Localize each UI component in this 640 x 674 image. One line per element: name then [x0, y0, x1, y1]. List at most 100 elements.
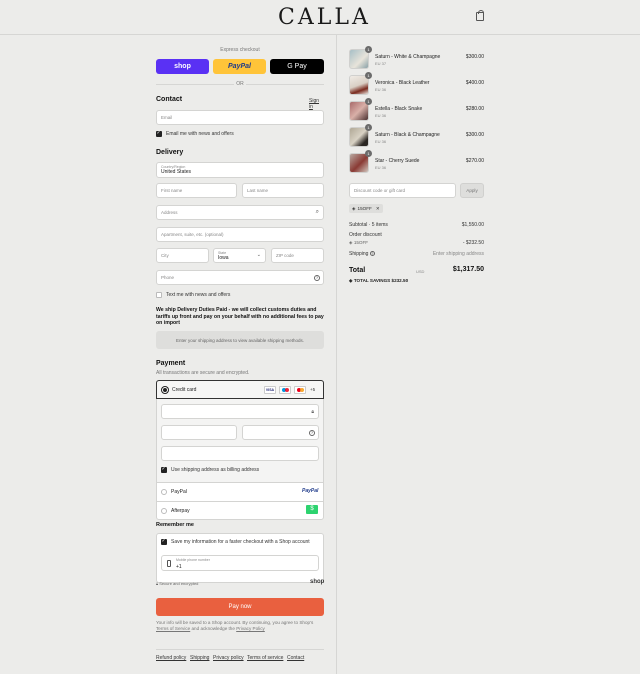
total-label: Total	[349, 267, 366, 274]
first-name-field[interactable]: First name	[156, 183, 237, 198]
item-size: EU 36	[375, 87, 387, 92]
address-field[interactable]: Address ⌕	[156, 205, 324, 220]
order-discount-code-text: 15OFF	[353, 240, 369, 245]
address-placeholder: Address	[161, 210, 178, 215]
city-field[interactable]: City	[156, 248, 209, 263]
discount-tag: ◈ 15OFF ✕	[349, 204, 383, 213]
billing-address-label: Use shipping address as billing address	[171, 467, 260, 473]
footer-divider	[156, 649, 324, 650]
item-size: EU 36	[375, 139, 387, 144]
credit-card-option[interactable]: Credit card VISA +5	[156, 380, 324, 399]
mastercard-icon	[294, 386, 306, 394]
quantity-badge: 1	[365, 98, 372, 105]
mobile-phone-field[interactable]: Mobile phone number +1	[161, 555, 319, 571]
email-news-checkbox[interactable]	[156, 130, 162, 137]
shipping-value: Enter shipping address	[432, 251, 484, 257]
payment-heading: Payment	[156, 360, 186, 367]
quantity-badge: 1	[365, 46, 372, 53]
expiration-field[interactable]	[161, 425, 237, 440]
secure-encrypted-label: 🔒︎ Secure and encrypted	[156, 581, 198, 586]
apply-discount-button[interactable]: Apply	[460, 183, 484, 198]
phone-placeholder: Phone	[161, 275, 175, 280]
shipping-methods-note: Enter your shipping address to view avai…	[156, 331, 324, 349]
last-name-field[interactable]: Last name	[242, 183, 324, 198]
item-size: EU 37	[375, 61, 387, 66]
remove-discount-icon[interactable]: ✕	[376, 206, 380, 212]
shop-pay-button[interactable]: shop	[156, 59, 209, 74]
save-info-checkbox[interactable]	[161, 538, 167, 545]
footer-contact-link[interactable]: Contact	[287, 655, 304, 661]
savings-label: TOTAL SAVINGS	[353, 278, 391, 283]
total-savings: ◈ TOTAL SAVINGS $232.50	[349, 278, 408, 284]
lock-icon: 🔒︎	[311, 408, 314, 415]
afterpay-option[interactable]: Afterpay $	[156, 502, 324, 520]
afterpay-radio[interactable]	[161, 508, 167, 514]
discount-tag-label: 15OFF	[357, 206, 372, 211]
sign-in-link[interactable]: Sign in	[309, 98, 324, 110]
footer-refund-link[interactable]: Refund policy	[156, 655, 186, 661]
item-price: $300.00	[465, 54, 484, 60]
mobile-value: +1	[176, 564, 182, 570]
secure-encrypted-text: Secure and encrypted	[159, 581, 199, 586]
item-size: EU 36	[375, 165, 387, 170]
billing-address-checkbox[interactable]	[161, 466, 167, 473]
email-news-label: Email me with news and offers	[166, 131, 234, 137]
paypal-option[interactable]: PayPal PayPal	[156, 483, 324, 501]
discount-code-input[interactable]: Discount code or gift card	[349, 183, 456, 198]
google-pay-button[interactable]: G Pay	[270, 59, 324, 74]
item-size: EU 36	[375, 113, 387, 118]
pay-now-button[interactable]: Pay now	[156, 598, 324, 616]
dollar-icon: $	[306, 505, 318, 514]
or-divider-right	[246, 84, 324, 85]
phone-icon	[167, 560, 171, 567]
item-name: Veronica - Black Leather	[375, 80, 430, 86]
paypal-radio[interactable]	[161, 489, 167, 495]
item-name: Saturn - White & Champagne	[375, 54, 441, 60]
shipping-label: Shipping ?	[349, 251, 375, 257]
name-on-card-field[interactable]	[161, 446, 319, 461]
item-price: $270.00	[465, 158, 484, 164]
email-field[interactable]: Email	[156, 110, 324, 125]
shopping-bag-icon[interactable]	[476, 10, 484, 21]
search-icon: ⌕	[315, 209, 319, 215]
zip-field[interactable]: ZIP code	[271, 248, 324, 263]
credit-card-radio[interactable]	[162, 387, 168, 393]
legal-text-2: and acknowledge the	[191, 626, 235, 632]
text-news-label: Text me with news and offers	[166, 292, 231, 298]
discount-value: - $232.50	[462, 240, 484, 246]
chevron-down-icon: ⌄	[256, 252, 261, 258]
footer-shipping-link[interactable]: Shipping	[190, 655, 209, 661]
item-price: $400.00	[465, 80, 484, 86]
or-label: OR	[236, 81, 244, 87]
phone-field[interactable]: Phone ?	[156, 270, 324, 285]
shipping-help-icon[interactable]: ?	[369, 251, 375, 256]
footer-privacy-link[interactable]: Privacy policy	[213, 655, 244, 661]
or-divider-left	[156, 84, 234, 85]
privacy-link[interactable]: Privacy Policy	[236, 626, 265, 631]
shop-logo: shop	[310, 579, 325, 585]
maestro-icon	[279, 386, 291, 394]
state-select[interactable]: State Iowa ⌄	[213, 248, 266, 263]
afterpay-option-label: Afterpay	[171, 508, 190, 514]
security-code-field[interactable]: ?	[242, 425, 319, 440]
remember-me-heading: Remember me	[156, 522, 194, 528]
help-icon[interactable]: ?	[314, 274, 320, 281]
tag-icon: ◈	[352, 205, 356, 211]
order-discount-code: ◈ 15OFF	[349, 240, 368, 246]
footer-terms-link[interactable]: Terms of service	[247, 655, 283, 661]
terms-link[interactable]: Terms of Service	[156, 626, 190, 631]
payment-secure-note: All transactions are secure and encrypte…	[156, 370, 250, 376]
item-price: $300.00	[465, 132, 484, 138]
card-number-field[interactable]: 🔒︎	[161, 404, 319, 419]
country-select[interactable]: Country/Region United States	[156, 162, 324, 178]
order-discount-label: Order discount	[349, 232, 382, 238]
savings-value: $232.50	[391, 278, 409, 283]
cvv-help-icon[interactable]: ?	[309, 429, 315, 436]
save-info-label: Save my information for a faster checkou…	[171, 539, 310, 545]
paypal-button[interactable]: PayPal	[213, 59, 266, 74]
apartment-field[interactable]: Apartment, suite, etc. (optional)	[156, 227, 324, 242]
text-news-checkbox[interactable]	[156, 292, 162, 298]
duties-note: We ship Delivery Duties Paid - we will c…	[156, 307, 324, 326]
item-name: Saturn - Black & Champagne	[375, 132, 440, 138]
brand-logo[interactable]: CALLA	[278, 5, 368, 30]
